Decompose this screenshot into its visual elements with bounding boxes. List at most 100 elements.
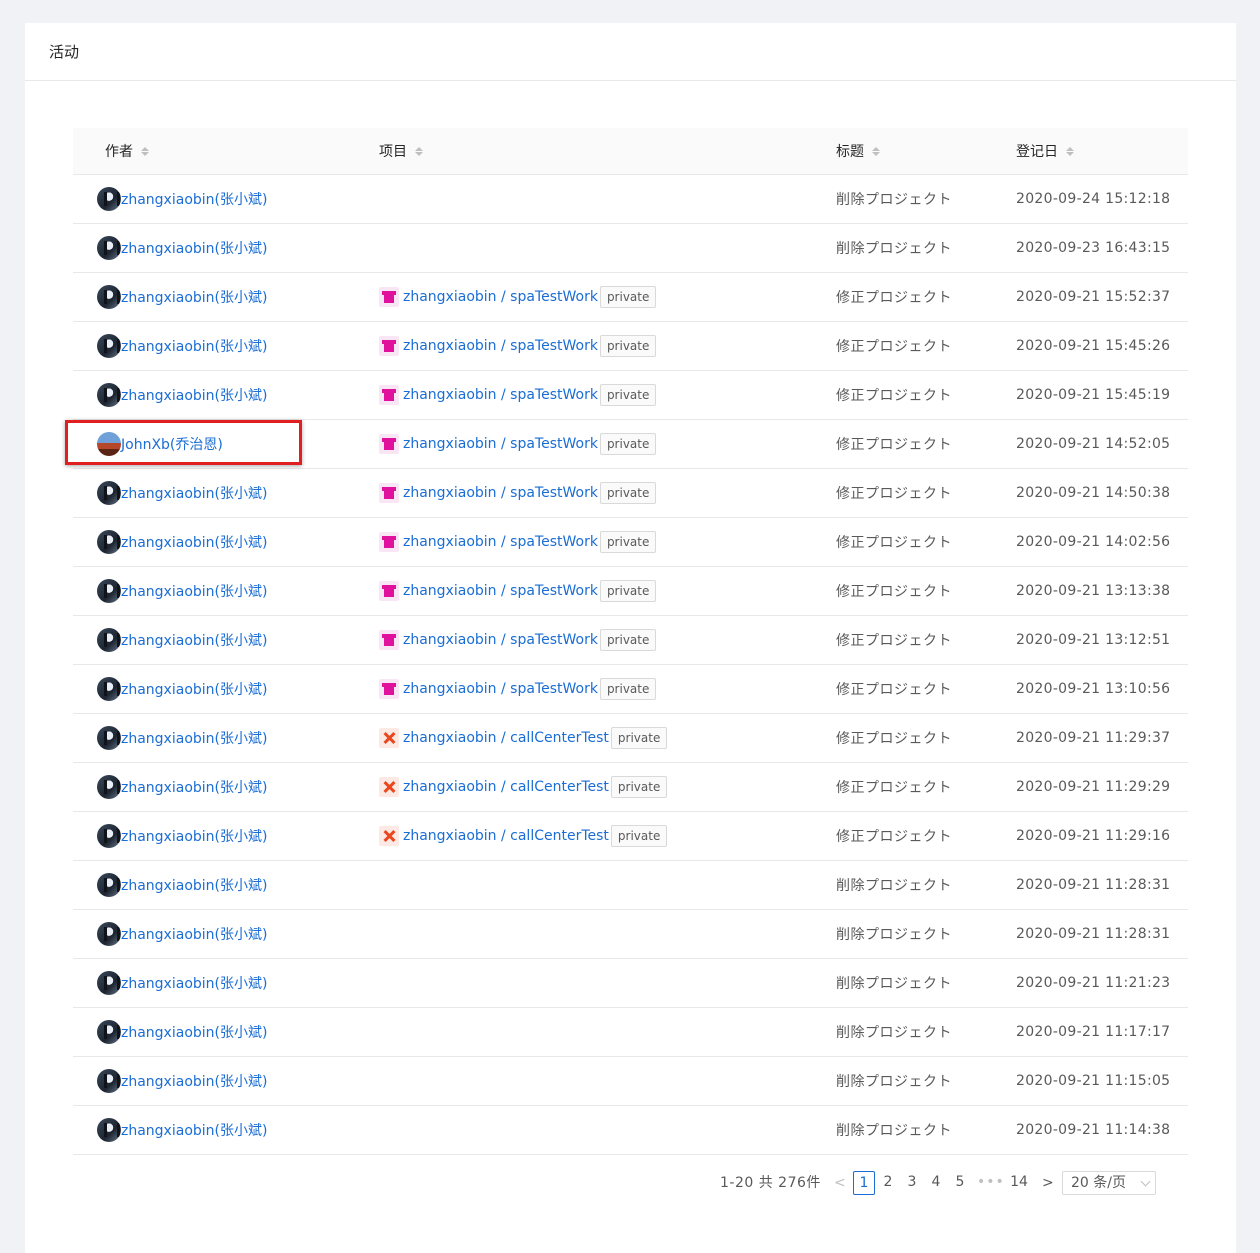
author-link[interactable]: zhangxiaobin(张小斌) bbox=[121, 238, 267, 258]
pagination-page-last[interactable]: 14 bbox=[1008, 1171, 1030, 1195]
project-link[interactable]: zhangxiaobin / spaTestWork bbox=[403, 534, 598, 550]
author-cell: zhangxiaobin(张小斌) bbox=[97, 910, 267, 958]
sort-icon[interactable] bbox=[141, 146, 149, 156]
project-link[interactable]: zhangxiaobin / spaTestWork bbox=[403, 387, 598, 403]
page-size-select[interactable]: 20 条/页 bbox=[1062, 1171, 1156, 1195]
pagination-page-1[interactable]: 1 bbox=[853, 1171, 875, 1195]
author-link[interactable]: zhangxiaobin(张小斌) bbox=[121, 777, 267, 797]
author-link[interactable]: zhangxiaobin(张小斌) bbox=[121, 875, 267, 895]
author-link[interactable]: zhangxiaobin(张小斌) bbox=[121, 581, 267, 601]
project-link[interactable]: zhangxiaobin / spaTestWork bbox=[403, 436, 598, 452]
title-cell: 削除プロジェクト bbox=[836, 976, 952, 992]
author-link[interactable]: zhangxiaobin(张小斌) bbox=[121, 1120, 267, 1140]
table-row: zhangxiaobin(张小斌) zhangxiaobin / spaTestW… bbox=[73, 469, 1188, 518]
author-link[interactable]: JohnXb(乔治恩) bbox=[121, 434, 223, 454]
table-row: zhangxiaobin(张小斌) 削除プロジェクト 2020-09-21 11:1… bbox=[73, 1008, 1188, 1057]
shirt-icon bbox=[379, 434, 399, 454]
project-link[interactable]: zhangxiaobin / spaTestWork bbox=[403, 289, 598, 305]
project-link[interactable]: zhangxiaobin / callCenterTest bbox=[403, 730, 609, 746]
pagination-page-3[interactable]: 3 bbox=[901, 1171, 923, 1195]
author-link[interactable]: zhangxiaobin(张小斌) bbox=[121, 336, 267, 356]
project-link[interactable]: zhangxiaobin / spaTestWork bbox=[403, 338, 598, 354]
activity-card: 活动 作者 项目 标题 登记日 zhangxiaobin(张小斌) 削除プロジェク… bbox=[25, 23, 1236, 1253]
sort-icon[interactable] bbox=[1066, 146, 1074, 156]
project-cell: zhangxiaobin / spaTestWork private bbox=[379, 273, 657, 321]
author-link[interactable]: zhangxiaobin(张小斌) bbox=[121, 532, 267, 552]
column-header-date[interactable]: 登记日 bbox=[1016, 128, 1074, 174]
project-link[interactable]: zhangxiaobin / spaTestWork bbox=[403, 681, 598, 697]
author-link[interactable]: zhangxiaobin(张小斌) bbox=[121, 287, 267, 307]
author-cell: zhangxiaobin(张小斌) bbox=[97, 224, 267, 272]
author-link[interactable]: zhangxiaobin(张小斌) bbox=[121, 385, 267, 405]
project-cell: zhangxiaobin / spaTestWork private bbox=[379, 567, 657, 615]
project-cell: zhangxiaobin / spaTestWork private bbox=[379, 420, 657, 468]
visibility-badge: private bbox=[610, 825, 668, 847]
title-cell: 削除プロジェクト bbox=[836, 192, 952, 208]
project-cell: zhangxiaobin / spaTestWork private bbox=[379, 322, 657, 370]
table-row: zhangxiaobin(张小斌) zhangxiaobin / spaTestW… bbox=[73, 371, 1188, 420]
author-link[interactable]: zhangxiaobin(张小斌) bbox=[121, 189, 267, 209]
author-link[interactable]: zhangxiaobin(张小斌) bbox=[121, 630, 267, 650]
author-link[interactable]: zhangxiaobin(张小斌) bbox=[121, 826, 267, 846]
date-cell: 2020-09-21 11:15:05 bbox=[1016, 1073, 1171, 1089]
date-cell: 2020-09-21 11:29:37 bbox=[1016, 730, 1171, 746]
column-header-project[interactable]: 项目 bbox=[379, 128, 423, 174]
project-cell: zhangxiaobin / spaTestWork private bbox=[379, 371, 657, 419]
cross-icon bbox=[379, 777, 399, 797]
project-link[interactable]: zhangxiaobin / callCenterTest bbox=[403, 779, 609, 795]
title-cell: 修正プロジェクト bbox=[836, 584, 952, 600]
project-cell: zhangxiaobin / callCenterTest private bbox=[379, 763, 668, 811]
project-link[interactable]: zhangxiaobin / spaTestWork bbox=[403, 632, 598, 648]
avatar bbox=[97, 1118, 121, 1142]
shirt-icon bbox=[379, 287, 399, 307]
avatar bbox=[97, 1020, 121, 1044]
avatar bbox=[97, 824, 121, 848]
title-cell: 修正プロジェクト bbox=[836, 731, 952, 747]
pagination-more-icon[interactable]: ••• bbox=[977, 1170, 1005, 1196]
visibility-badge: private bbox=[599, 433, 657, 455]
pagination-page-2[interactable]: 2 bbox=[877, 1171, 899, 1195]
date-cell: 2020-09-21 13:13:38 bbox=[1016, 583, 1171, 599]
author-link[interactable]: zhangxiaobin(张小斌) bbox=[121, 973, 267, 993]
table-row: zhangxiaobin(张小斌) zhangxiaobin / callCent… bbox=[73, 763, 1188, 812]
date-cell: 2020-09-21 11:14:38 bbox=[1016, 1122, 1171, 1138]
table-row: JohnXb(乔治恩) zhangxiaobin / spaTestWork pri… bbox=[73, 420, 1188, 469]
shirt-icon bbox=[379, 483, 399, 503]
pagination-page-4[interactable]: 4 bbox=[925, 1171, 947, 1195]
pagination-page-5[interactable]: 5 bbox=[949, 1171, 971, 1195]
column-header-project-label: 项目 bbox=[379, 144, 407, 160]
author-link[interactable]: zhangxiaobin(张小斌) bbox=[121, 728, 267, 748]
author-link[interactable]: zhangxiaobin(张小斌) bbox=[121, 679, 267, 699]
table-header: 作者 项目 标题 登记日 bbox=[73, 128, 1188, 175]
author-link[interactable]: zhangxiaobin(张小斌) bbox=[121, 1022, 267, 1042]
project-link[interactable]: zhangxiaobin / spaTestWork bbox=[403, 485, 598, 501]
author-cell: zhangxiaobin(张小斌) bbox=[97, 763, 267, 811]
sort-icon[interactable] bbox=[415, 146, 423, 156]
title-cell: 削除プロジェクト bbox=[836, 241, 952, 257]
sort-icon[interactable] bbox=[872, 146, 880, 156]
title-cell: 削除プロジェクト bbox=[836, 1074, 952, 1090]
project-link[interactable]: zhangxiaobin / callCenterTest bbox=[403, 828, 609, 844]
author-link[interactable]: zhangxiaobin(张小斌) bbox=[121, 924, 267, 944]
author-cell: zhangxiaobin(张小斌) bbox=[97, 1106, 267, 1154]
pagination-next-icon[interactable]: > bbox=[1042, 1170, 1054, 1196]
table-row: zhangxiaobin(张小斌) 削除プロジェクト 2020-09-23 16:4… bbox=[73, 224, 1188, 273]
author-link[interactable]: zhangxiaobin(张小斌) bbox=[121, 1071, 267, 1091]
project-link[interactable]: zhangxiaobin / spaTestWork bbox=[403, 583, 598, 599]
author-cell: zhangxiaobin(张小斌) bbox=[97, 1008, 267, 1056]
table-row: zhangxiaobin(张小斌) zhangxiaobin / spaTestW… bbox=[73, 518, 1188, 567]
table-row: zhangxiaobin(张小斌) zhangxiaobin / callCent… bbox=[73, 714, 1188, 763]
cross-icon bbox=[379, 826, 399, 846]
card-header: 活动 bbox=[25, 23, 1236, 81]
column-header-author-label: 作者 bbox=[105, 144, 133, 160]
column-header-author[interactable]: 作者 bbox=[105, 128, 149, 174]
author-link[interactable]: zhangxiaobin(张小斌) bbox=[121, 483, 267, 503]
date-cell: 2020-09-23 16:43:15 bbox=[1016, 240, 1171, 256]
table-row: zhangxiaobin(张小斌) 削除プロジェクト 2020-09-24 15:1… bbox=[73, 175, 1188, 224]
table-row: zhangxiaobin(张小斌) 削除プロジェクト 2020-09-21 11:1… bbox=[73, 1106, 1188, 1155]
column-header-title[interactable]: 标题 bbox=[836, 128, 880, 174]
visibility-badge: private bbox=[599, 286, 657, 308]
pagination-prev-icon[interactable]: < bbox=[834, 1170, 846, 1196]
title-cell: 修正プロジェクト bbox=[836, 780, 952, 796]
visibility-badge: private bbox=[599, 531, 657, 553]
